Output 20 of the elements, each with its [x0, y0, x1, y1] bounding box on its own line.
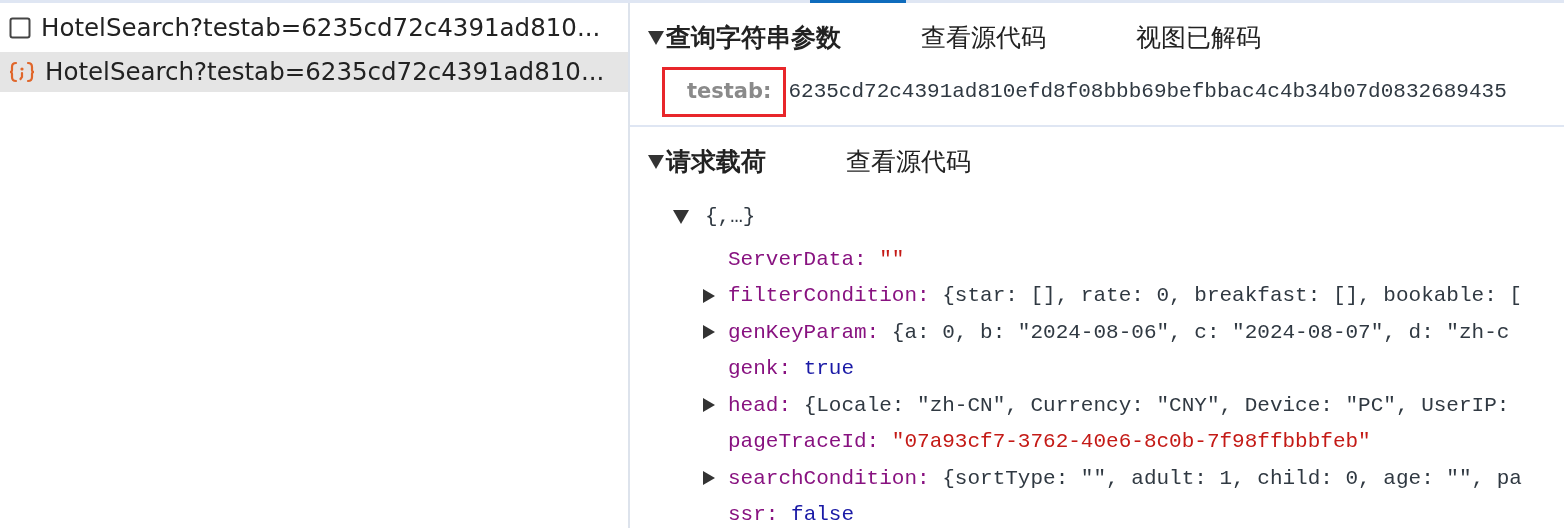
property-line: searchCondition: {sortType: "", adult: 1, child: 0, age: "", pa: [728, 465, 1522, 492]
view-toggle-link[interactable]: 查看源代码: [846, 143, 971, 181]
property-line: genk: true: [728, 356, 855, 382]
view-toggle-link[interactable]: 视图已解码: [1136, 19, 1261, 57]
section-title[interactable]: 查询字符串参数: [666, 19, 841, 57]
object-preview: {,…}: [705, 204, 756, 231]
request-row[interactable]: HotelSearch?testab=6235cd72c4391ad810...: [0, 52, 628, 92]
property-line: ssr: false: [728, 502, 855, 528]
request-row[interactable]: HotelSearch?testab=6235cd72c4391ad810...: [0, 8, 628, 48]
property-line: ServerData: "": [728, 246, 905, 273]
param-value: 6235cd72c4391ad810efd8f08bbb69befbbac4c4b34b07d0832689435: [788, 79, 1507, 105]
param-key: testab:: [662, 67, 787, 117]
property-line: pageTraceId: "07a93cf7-3762-40e6-8c0b-7f98ffbbbfeb": [728, 429, 1371, 455]
braces-icon: [9, 61, 35, 83]
view-toggle-link[interactable]: 查看源代码: [921, 19, 1046, 57]
property-line: genKeyParam: {a: 0, b: "2024-08-06", c: "2024-08-07", d: "zh-c: [728, 319, 1510, 346]
property-line: head: {Locale: "zh-CN", Currency: "CNY", Device: "PC", UserIP:: [728, 392, 1510, 419]
property-line: filterCondition: {star: [], rate: 0, breakfast: [], bookable: [: [728, 283, 1522, 309]
document-icon: [9, 17, 31, 39]
section-title[interactable]: 请求载荷: [666, 143, 766, 181]
